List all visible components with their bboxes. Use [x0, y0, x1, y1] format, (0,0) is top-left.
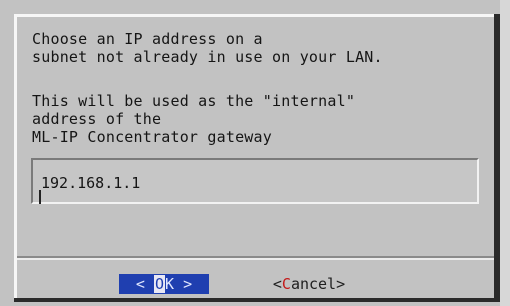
- cancel-label-rest: ancel: [290, 275, 337, 293]
- ip-address-value: 192.168.1.1: [41, 174, 141, 192]
- screen-margin: [500, 0, 510, 306]
- message-line-1: Choose an IP address on a: [32, 30, 263, 48]
- ok-label-rest: K: [165, 275, 175, 293]
- ok-hotkey: O: [153, 275, 165, 293]
- dialog-border-bottom: [14, 298, 500, 302]
- ok-bracket-right: >: [183, 275, 193, 293]
- dialog-border-top: [14, 14, 500, 17]
- message-line-3: This will be used as the "internal": [32, 92, 356, 110]
- dialog-window: Choose an IP address on a subnet not alr…: [0, 0, 510, 306]
- ok-button[interactable]: < OK >: [119, 274, 209, 294]
- ok-bracket-left: <: [135, 275, 145, 293]
- message-line-5: ML-IP Concentrator gateway: [32, 128, 272, 146]
- cancel-bracket-right: >: [336, 275, 346, 293]
- cancel-hotkey: C: [281, 275, 291, 293]
- cancel-button[interactable]: <Cancel>: [262, 274, 356, 294]
- text-cursor: [39, 190, 41, 204]
- button-separator-highlight: [17, 258, 494, 260]
- message-line-2: subnet not already in use on your LAN.: [32, 48, 383, 66]
- cancel-bracket-left: <: [272, 275, 282, 293]
- ip-address-input[interactable]: 192.168.1.1: [31, 158, 479, 204]
- message-line-4: address of the: [32, 110, 162, 128]
